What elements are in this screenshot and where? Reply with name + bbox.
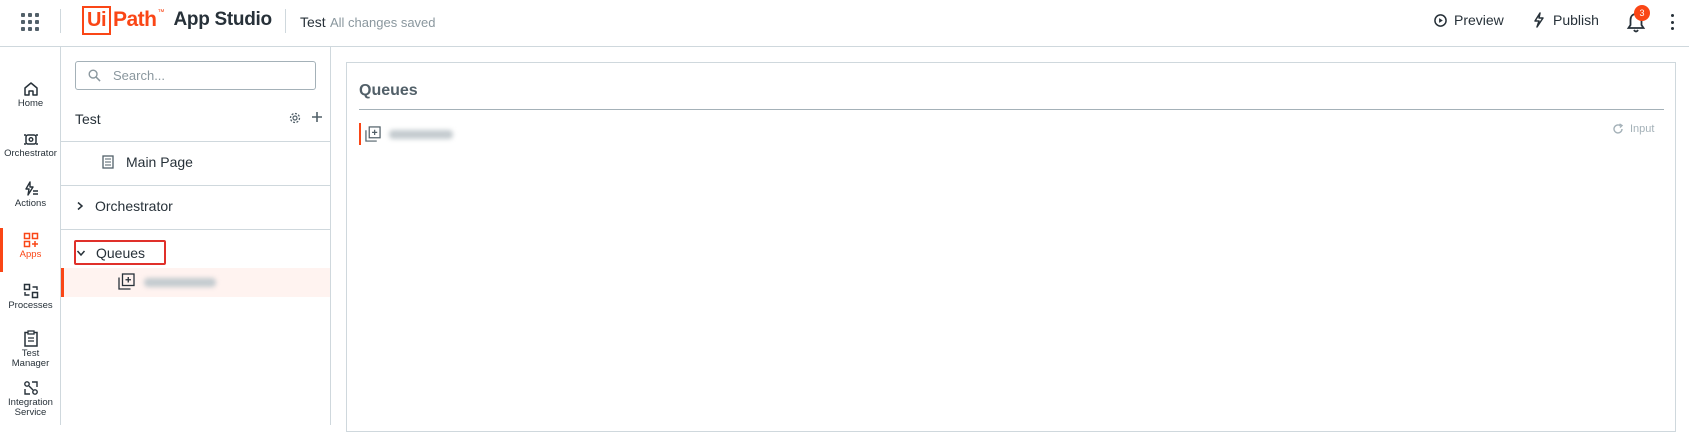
more-options-icon[interactable] — [1669, 14, 1675, 30]
tree-node-label: Main Page — [126, 154, 193, 170]
nav-item-orchestrator[interactable]: Orchestrator — [0, 131, 61, 159]
explorer-panel: Test Main Page Orchestrator Queues — [61, 47, 331, 425]
tree-node-queue-item[interactable] — [61, 268, 330, 297]
logo-trademark: ™ — [157, 9, 165, 16]
logo-text: Path — [113, 8, 157, 31]
app-name: App Studio — [173, 9, 273, 30]
nav-label: Actions — [14, 198, 47, 209]
input-control[interactable]: Input — [1612, 123, 1654, 135]
add-queue-icon — [365, 126, 381, 142]
nav-label: Home — [17, 98, 44, 109]
save-status: All changes saved — [330, 15, 436, 30]
actions-icon — [24, 181, 38, 196]
processes-icon — [23, 283, 38, 299]
add-icon[interactable] — [311, 111, 323, 123]
logo-mark: Ui — [82, 5, 111, 35]
clipboard-icon — [23, 330, 38, 347]
nav-item-home[interactable]: Home — [0, 81, 61, 109]
canvas-title: Queues — [359, 82, 418, 99]
divider — [285, 9, 286, 33]
chevron-right-icon[interactable] — [76, 201, 84, 211]
home-icon — [23, 82, 38, 96]
nav-label: Apps — [19, 249, 42, 260]
publish-icon — [1534, 12, 1544, 28]
nav-item-integration-service[interactable]: Integration Service — [0, 380, 61, 418]
input-label: Input — [1630, 123, 1655, 135]
divider — [61, 141, 330, 142]
uipath-logo: Ui Path ™ App Studio — [82, 5, 272, 35]
top-bar: Ui Path ™ App Studio Test All changes sa… — [0, 0, 1689, 47]
tree-node-label: Orchestrator — [95, 198, 173, 214]
apps-icon — [23, 232, 38, 248]
nav-item-processes[interactable]: Processes — [0, 283, 61, 311]
publish-button[interactable]: Publish — [1532, 12, 1599, 28]
integration-icon — [23, 381, 38, 395]
redacted-queue-name — [389, 129, 453, 139]
refresh-icon — [1613, 123, 1624, 134]
nav-label: Integration Service — [8, 397, 53, 418]
divider — [359, 109, 1664, 110]
queue-control[interactable] — [359, 123, 453, 145]
nav-item-test-manager[interactable]: Test Manager — [0, 330, 61, 369]
play-circle-icon — [1434, 13, 1447, 27]
nav-label: Test Manager — [11, 348, 50, 369]
nav-item-apps[interactable]: Apps — [0, 228, 61, 272]
divider — [60, 9, 61, 33]
gear-icon[interactable] — [289, 112, 301, 124]
nav-label: Orchestrator — [4, 148, 57, 159]
preview-button[interactable]: Preview — [1434, 12, 1504, 28]
left-navigation: Home Orchestrator Actions Apps Processes… — [0, 47, 61, 425]
tree-node-orchestrator[interactable]: Orchestrator — [61, 194, 330, 218]
project-title: Test — [75, 111, 101, 127]
tree-node-main-page[interactable]: Main Page — [61, 150, 330, 174]
divider — [61, 185, 330, 186]
redacted-queue-name — [144, 278, 216, 287]
add-queue-icon — [118, 273, 135, 290]
publish-label: Publish — [1553, 12, 1599, 28]
search-icon — [88, 69, 101, 82]
search-input[interactable] — [113, 68, 303, 83]
nav-item-actions[interactable]: Actions — [0, 181, 61, 209]
page-icon — [102, 155, 114, 169]
robot-icon — [23, 134, 38, 145]
highlight-box — [74, 240, 166, 265]
app-launcher-icon[interactable] — [21, 13, 39, 31]
design-canvas[interactable]: Queues Input — [346, 62, 1676, 432]
preview-label: Preview — [1454, 12, 1504, 28]
search-box[interactable] — [75, 61, 316, 90]
notification-badge: 3 — [1634, 5, 1650, 21]
divider — [61, 229, 330, 230]
nav-label: Processes — [8, 300, 53, 311]
project-name[interactable]: Test — [300, 14, 326, 30]
